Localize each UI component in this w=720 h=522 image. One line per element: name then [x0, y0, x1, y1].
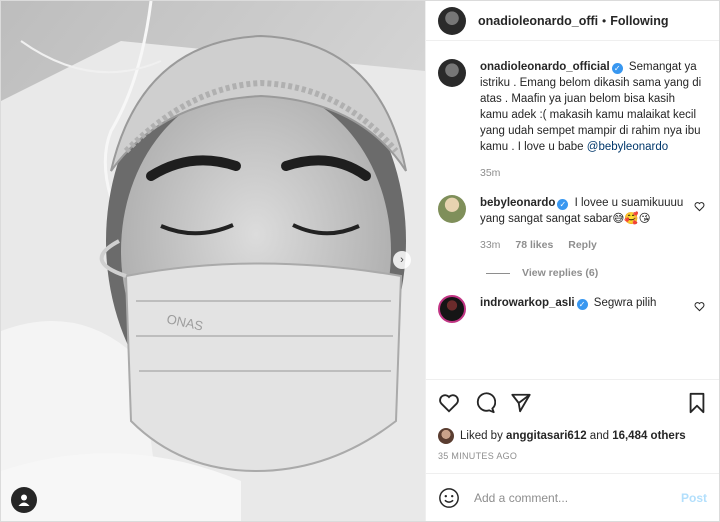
- reply-button[interactable]: Reply: [568, 239, 597, 251]
- likes-count[interactable]: 16,484 others: [612, 430, 686, 442]
- likes-middle: and: [589, 430, 609, 442]
- instagram-post-window: ONAS › onadioleonardo_officia • Followin…: [0, 0, 720, 522]
- author-avatar[interactable]: [438, 6, 466, 35]
- verified-badge-icon: ✓: [611, 63, 623, 74]
- post-actions-bar: [426, 379, 719, 425]
- commenter-username[interactable]: indrowarkop_asli: [480, 297, 575, 309]
- caption: onadioleonardo_official ✓ Semangat ya ist…: [438, 59, 705, 181]
- comments-list[interactable]: onadioleonardo_official ✓ Semangat ya ist…: [426, 41, 719, 379]
- caption-avatar[interactable]: [438, 59, 466, 87]
- tagged-users-icon[interactable]: [11, 487, 37, 513]
- save-bookmark-icon[interactable]: [687, 392, 707, 414]
- carousel-next-icon[interactable]: ›: [393, 251, 411, 269]
- comment-item: indrowarkop_asli ✓ Segwra pilih: [438, 295, 705, 323]
- likes-prefix: Liked by: [460, 430, 503, 442]
- post-comment-button[interactable]: Post: [681, 491, 707, 505]
- post-timestamp[interactable]: 35 MINUTES AGO: [426, 447, 719, 473]
- caption-meta: 35m: [480, 165, 705, 181]
- post-photo[interactable]: ONAS ›: [1, 1, 425, 521]
- emoji-smiley-icon[interactable]: [438, 487, 460, 509]
- view-replies-button[interactable]: View replies (6): [486, 267, 705, 279]
- commenter-username[interactable]: bebyleonardo: [480, 197, 555, 209]
- verified-badge-icon: ✓: [576, 299, 588, 310]
- following-button[interactable]: Following: [610, 14, 668, 28]
- user-silhouette-icon: [18, 494, 30, 506]
- caption-username[interactable]: onadioleonardo_official: [480, 61, 610, 73]
- view-replies-label: View replies (6): [522, 267, 599, 279]
- comment-time[interactable]: 33m: [480, 239, 500, 251]
- author-username[interactable]: onadioleonardo_officia: [478, 14, 598, 28]
- comment-likes-count[interactable]: 78 likes: [515, 239, 553, 251]
- commenter-avatar[interactable]: [438, 295, 466, 323]
- commenter-avatar[interactable]: [438, 195, 466, 223]
- post-header: onadioleonardo_officia • Following: [426, 1, 719, 41]
- share-paper-plane-icon[interactable]: [510, 392, 532, 414]
- header-separator: •: [602, 13, 607, 28]
- caption-mention-link[interactable]: @bebyleonardo: [587, 141, 668, 153]
- comment-meta: 33m 78 likes Reply: [480, 237, 686, 253]
- add-comment-bar: Add a comment... Post: [426, 473, 719, 521]
- like-heart-icon[interactable]: [438, 392, 460, 414]
- like-comment-heart-icon[interactable]: [694, 301, 705, 312]
- comment-item: bebyleonardo ✓ I lovee u suamikuuuu yang …: [438, 195, 705, 253]
- caption-time[interactable]: 35m: [480, 167, 500, 179]
- liker-avatar: [438, 428, 454, 444]
- liker-username[interactable]: anggitasari612: [506, 430, 587, 442]
- replies-divider: [486, 272, 510, 274]
- comment-text: Segwra pilih: [593, 297, 657, 309]
- comment-bubble-icon[interactable]: [474, 391, 496, 414]
- verified-badge-icon: ✓: [557, 199, 569, 210]
- like-comment-heart-icon[interactable]: [694, 201, 705, 212]
- photo-illustration: ONAS: [1, 1, 425, 521]
- caption-text: Semangat ya istriku . Emang belom dikasi…: [480, 61, 702, 153]
- add-comment-input[interactable]: Add a comment...: [474, 491, 681, 505]
- likes-summary[interactable]: Liked by anggitasari612 and 16,484 other…: [426, 425, 719, 447]
- post-side-panel: onadioleonardo_officia • Following onadi…: [425, 1, 719, 521]
